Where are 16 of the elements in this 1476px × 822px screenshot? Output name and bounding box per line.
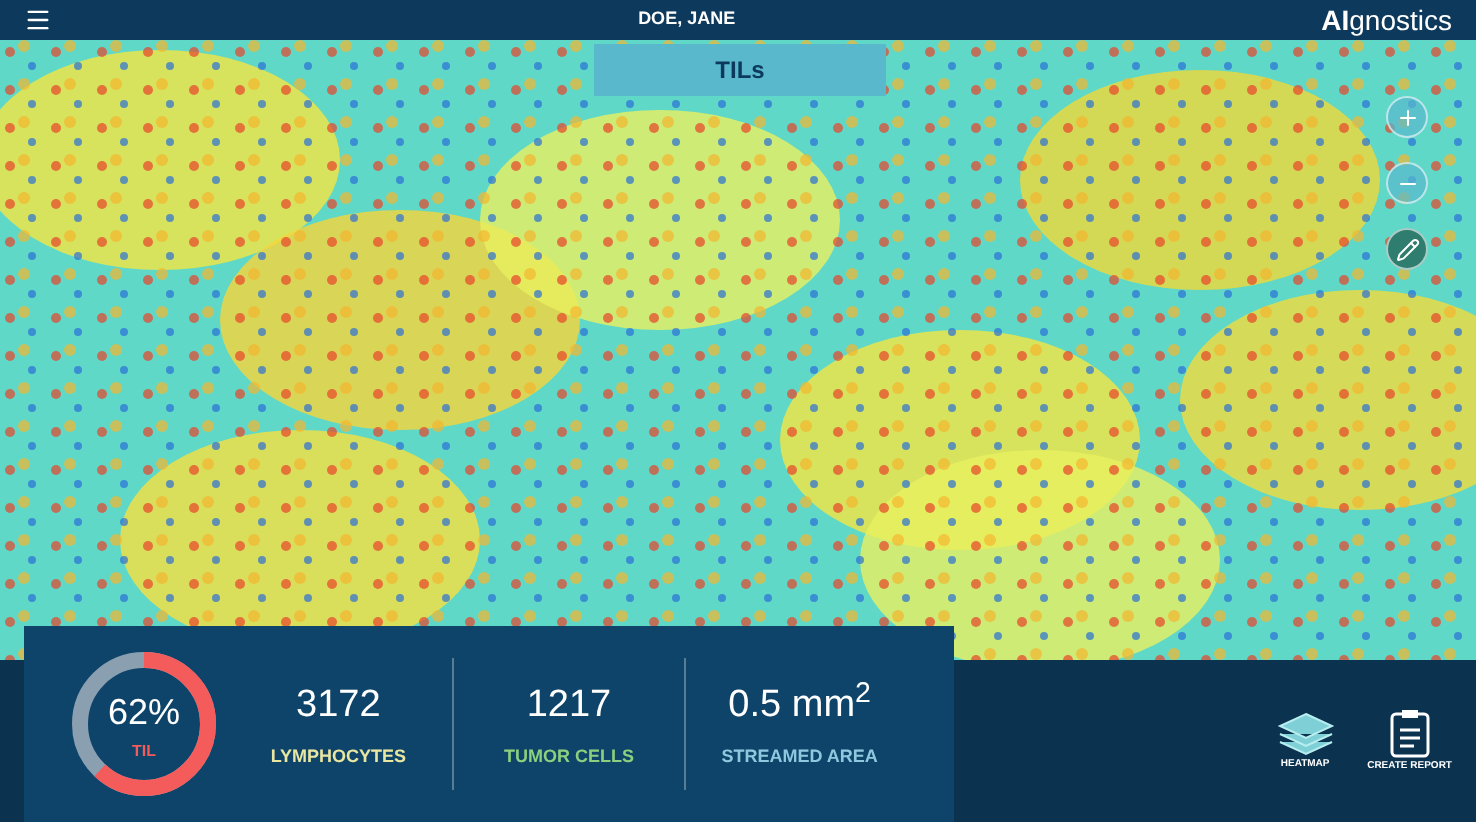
- layers-icon: [1275, 709, 1336, 758]
- metric-label: TUMOR CELLS: [503, 743, 634, 769]
- clipboard-icon: [1385, 707, 1434, 760]
- til-percent: 62%: [107, 689, 181, 735]
- metric-label: LYMPHOCYTES: [270, 743, 406, 769]
- metric-value: 1217: [526, 682, 612, 730]
- tab-title: TILs: [715, 54, 765, 88]
- til-label: TIL: [132, 739, 156, 763]
- pencil-icon: [1395, 237, 1419, 261]
- plus-icon: [1395, 105, 1419, 129]
- logo: AIgnostics: [1321, 1, 1452, 40]
- metric-value: 3172: [296, 682, 381, 730]
- metric-value: 0.5 mm$^{2}$: [728, 678, 871, 730]
- patient-name: DOE, JANE: [638, 6, 736, 33]
- menu-icon[interactable]: [24, 6, 52, 34]
- metric-label: STREAMED AREA: [721, 743, 878, 769]
